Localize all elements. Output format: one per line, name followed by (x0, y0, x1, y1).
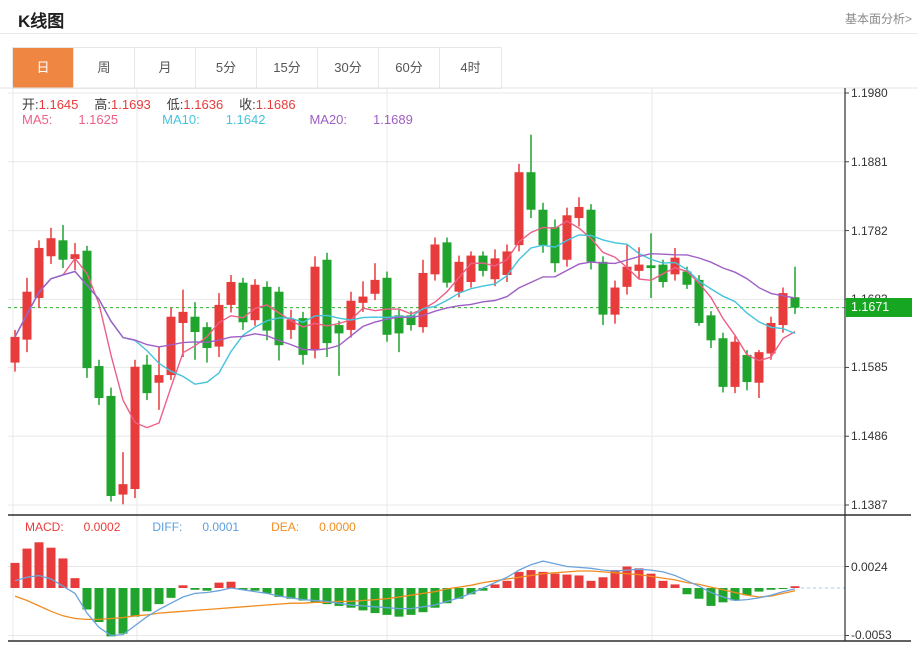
macd-item: MACD: 0.0002 (25, 520, 136, 534)
macd-axis-tick-label: 0.0024 (851, 560, 888, 574)
macd-axis-tick-label: -0.0053 (851, 628, 892, 642)
macd-item: DIFF: 0.0001 (152, 520, 255, 534)
price-axis-tick-label: 1.1881 (851, 155, 888, 169)
ma-value: 1.1689 (373, 112, 413, 127)
ma-value: 1.1642 (226, 112, 266, 127)
current-price-badge: 1.1671 (846, 298, 912, 317)
macd-label: DIFF: (152, 520, 182, 534)
macd-infobar: MACD: 0.0002 DIFF: 0.0001 DEA: 0.0000 (25, 520, 388, 534)
ohlc-label: 低: (167, 97, 184, 112)
ohlc-label: 开: (22, 97, 39, 112)
price-axis-tick-label: 1.1585 (851, 360, 888, 374)
ma-item: MA20: 1.1689 (309, 112, 434, 127)
macd-value: 0.0002 (84, 520, 121, 534)
ma-item: MA10: 1.1642 (162, 112, 287, 127)
ma-label: MA20: (309, 112, 347, 127)
price-axis-tick-label: 1.1980 (851, 86, 888, 100)
ohlc-value: 1.1686 (256, 97, 296, 112)
macd-value: 0.0001 (202, 520, 239, 534)
ma-value: 1.1625 (78, 112, 118, 127)
macd-value: 0.0000 (319, 520, 356, 534)
ma-item: MA5: 1.1625 (22, 112, 140, 127)
ohlc-infobar: 开:1.1645 高:1.1693 低:1.1636 收:1.1686 (22, 94, 312, 113)
ohlc-value: 1.1645 (39, 97, 79, 112)
price-axis-tick-label: 1.1387 (851, 498, 888, 512)
ma-label: MA5: (22, 112, 52, 127)
ma-infobar: MA5: 1.1625 MA10: 1.1642 MA20: 1.1689 (22, 112, 457, 127)
kline-page: K线图 基本面分析> 日周月5分15分30分60分4时 开:1.1645高:1.… (0, 0, 918, 647)
ohlc-label: 高: (94, 97, 111, 112)
macd-label: MACD: (25, 520, 64, 534)
price-axis-tick-label: 1.1782 (851, 224, 888, 238)
ma-label: MA10: (162, 112, 200, 127)
ohlc-value: 1.1693 (111, 97, 151, 112)
ohlc-label: 收: (239, 97, 256, 112)
macd-label: DEA: (271, 520, 299, 534)
ohlc-value: 1.1636 (183, 97, 223, 112)
price-axis-tick-label: 1.1486 (851, 429, 888, 443)
macd-item: DEA: 0.0000 (271, 520, 372, 534)
